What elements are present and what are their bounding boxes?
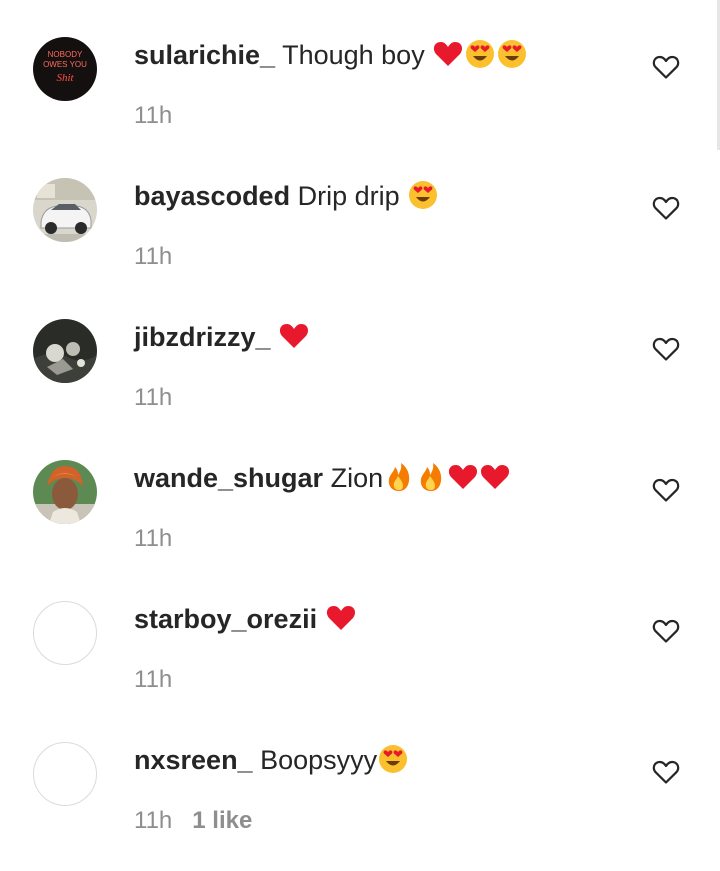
- red-heart-emoji: [325, 602, 357, 634]
- avatar[interactable]: [33, 178, 97, 242]
- comment-meta: 11h: [134, 666, 172, 694]
- comment-item: nxsreen_ Boopsyyy 11h 1 like: [0, 705, 720, 846]
- avatar-neon-line-2: OWES YOU: [43, 60, 87, 69]
- like-button[interactable]: [652, 618, 680, 644]
- woman-headwrap-avatar-image: [33, 460, 97, 524]
- timestamp: 11h: [134, 807, 173, 834]
- comment-line: wande_shugar Zion: [134, 461, 511, 495]
- avatar-neon-line-1: NOBODY: [48, 50, 83, 59]
- avatar[interactable]: [33, 601, 97, 665]
- comment-line: bayascoded Drip drip: [134, 179, 439, 213]
- avatar-neon-line-3: Shit: [56, 72, 74, 84]
- comment-text: Drip drip: [297, 181, 408, 211]
- car-avatar-image: [33, 178, 97, 242]
- username[interactable]: starboy_orezii: [134, 604, 317, 634]
- like-button[interactable]: [652, 336, 680, 362]
- fire-emoji: [415, 461, 447, 493]
- username[interactable]: nxsreen_: [134, 745, 253, 775]
- red-heart-emoji: [432, 38, 464, 70]
- heart-outline-icon: [652, 196, 680, 220]
- comment-item: jibzdrizzy_ 11h: [0, 282, 720, 423]
- like-button[interactable]: [652, 195, 680, 221]
- comment-meta: 11h 1 like: [134, 807, 252, 835]
- timestamp: 11h: [134, 525, 173, 552]
- comment-meta: 11h: [134, 243, 172, 271]
- comment-line: jibzdrizzy_: [134, 320, 310, 354]
- heart-eyes-emoji: [377, 743, 409, 775]
- like-button[interactable]: [652, 54, 680, 80]
- comment-meta: 11h: [134, 102, 172, 130]
- username[interactable]: wande_shugar: [134, 463, 323, 493]
- like-button[interactable]: [652, 759, 680, 785]
- dark-photo-avatar-image: [33, 319, 97, 383]
- comment-item: NOBODY OWES YOU Shit sularichie_ Though …: [0, 0, 720, 141]
- heart-eyes-emoji: [496, 38, 528, 70]
- fire-emoji: [383, 461, 415, 493]
- username[interactable]: jibzdrizzy_: [134, 322, 271, 352]
- heart-outline-icon: [652, 619, 680, 643]
- avatar[interactable]: [33, 319, 97, 383]
- comment-item: bayascoded Drip drip 11h: [0, 141, 720, 282]
- avatar[interactable]: [33, 460, 97, 524]
- timestamp: 11h: [134, 666, 173, 693]
- comments-list: NOBODY OWES YOU Shit sularichie_ Though …: [0, 0, 720, 871]
- red-heart-emoji: [447, 461, 479, 493]
- timestamp: 11h: [134, 102, 173, 129]
- heart-outline-icon: [652, 478, 680, 502]
- like-button[interactable]: [652, 477, 680, 503]
- red-heart-emoji: [479, 461, 511, 493]
- comment-line: nxsreen_ Boopsyyy: [134, 743, 409, 777]
- comment-text: [271, 322, 279, 352]
- comment-text: Boopsyyy: [260, 745, 378, 775]
- neon-sign-avatar-image: NOBODY OWES YOU Shit: [33, 37, 97, 101]
- like-count[interactable]: 1 like: [192, 807, 252, 834]
- red-heart-emoji: [278, 320, 310, 352]
- comment-text: Zion: [330, 463, 384, 493]
- heart-eyes-emoji: [464, 38, 496, 70]
- comment-line: starboy_orezii: [134, 602, 357, 636]
- heart-outline-icon: [652, 337, 680, 361]
- avatar[interactable]: [33, 742, 97, 806]
- heart-eyes-emoji: [407, 179, 439, 211]
- comment-text: Though boy: [282, 40, 433, 70]
- heart-outline-icon: [652, 760, 680, 784]
- comment-item: wande_shugar Zion 11h: [0, 423, 720, 564]
- timestamp: 11h: [134, 384, 173, 411]
- comment-meta: 11h: [134, 525, 172, 553]
- avatar[interactable]: NOBODY OWES YOU Shit: [33, 37, 97, 101]
- comment-text: [317, 604, 325, 634]
- comment-meta: 11h: [134, 384, 172, 412]
- heart-outline-icon: [652, 55, 680, 79]
- timestamp: 11h: [134, 243, 173, 270]
- comment-item: starboy_orezii 11h: [0, 564, 720, 705]
- username[interactable]: sularichie_: [134, 40, 275, 70]
- comment-line: sularichie_ Though boy: [134, 38, 528, 72]
- username[interactable]: bayascoded: [134, 181, 290, 211]
